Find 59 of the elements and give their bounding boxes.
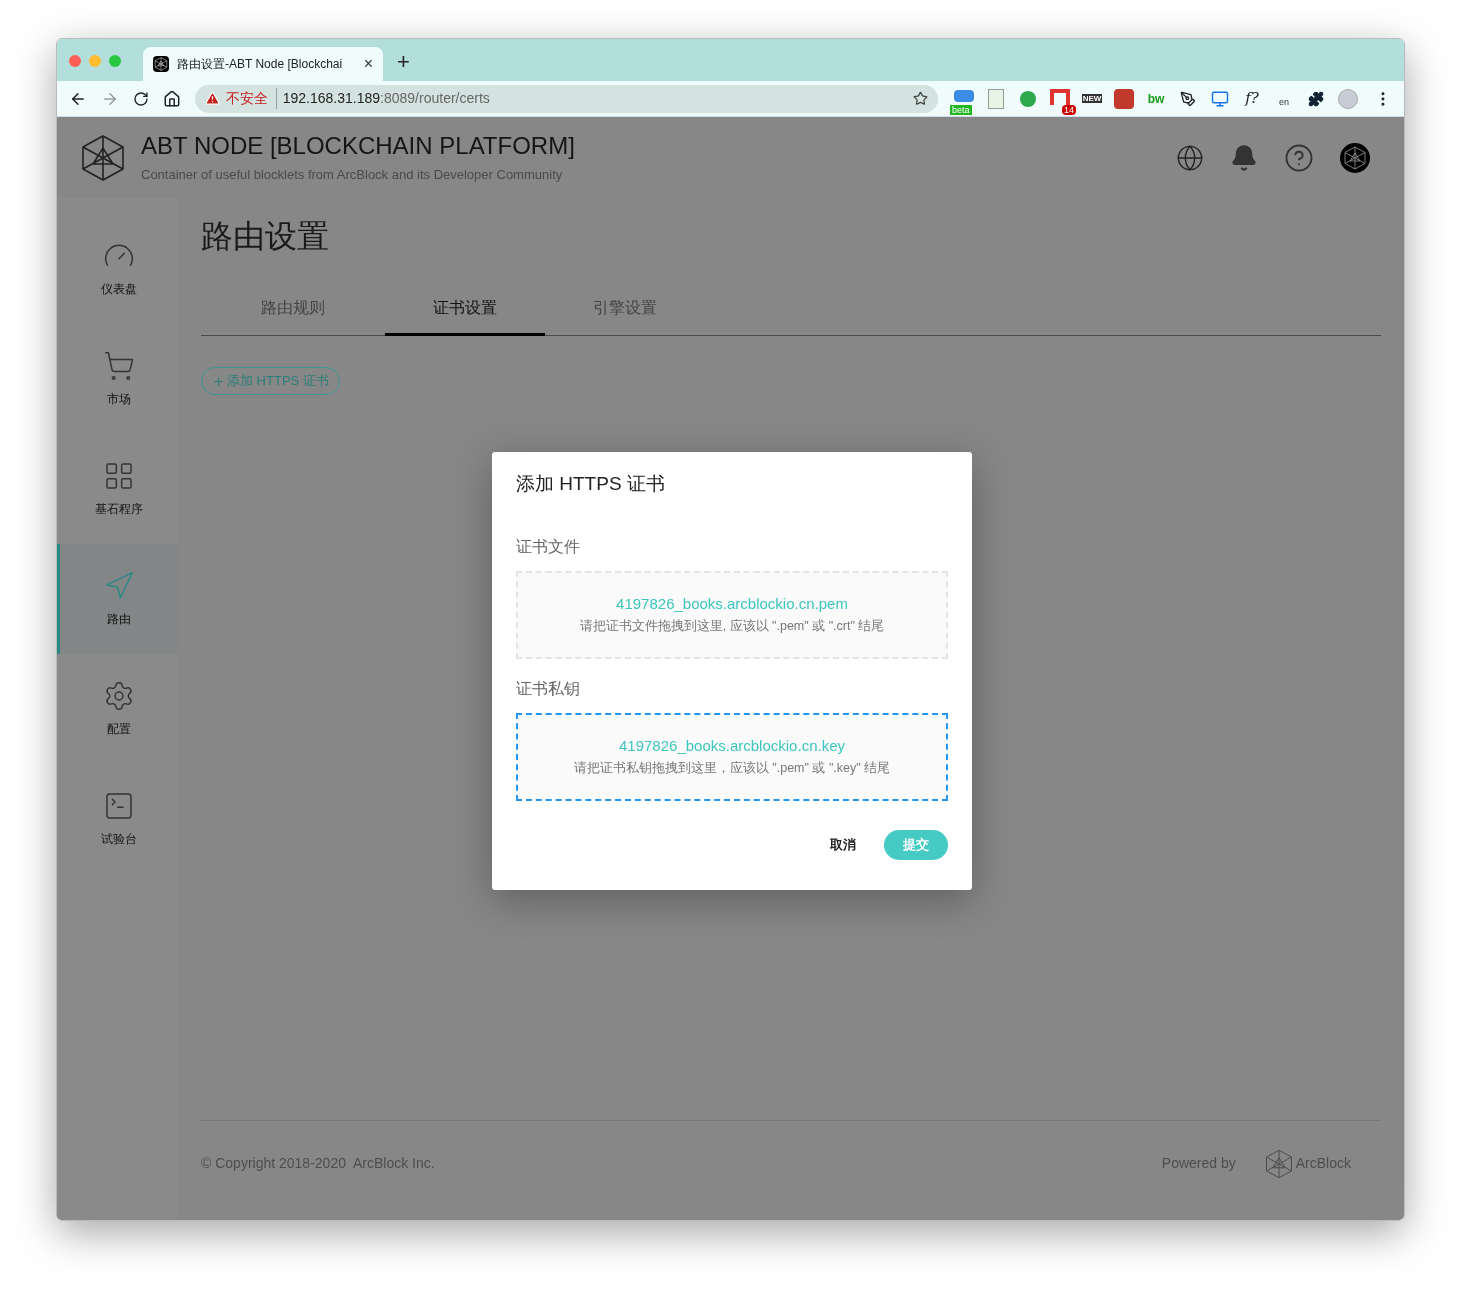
- brand-name: ArcBlock: [1295, 1154, 1351, 1173]
- extension-icon[interactable]: f?: [1240, 86, 1265, 111]
- file-name: 4197826_books.arcblockio.cn.key: [619, 735, 845, 756]
- sidebar-label: 配置: [107, 721, 131, 738]
- count-badge: 14: [1062, 104, 1077, 115]
- account-icon: [1340, 142, 1370, 173]
- sidebar-label: 路由: [107, 611, 131, 628]
- grid-icon: [103, 460, 135, 492]
- app-subtitle: Container of useful blocklets from ArcBlock and its Developer Community: [141, 165, 564, 184]
- drop-hint: 请把证书私钥拖拽到这里，应该以 ".pem" 或 ".key" 结尾: [573, 760, 891, 778]
- field-label: 证书私钥: [516, 678, 581, 699]
- beta-badge: beta: [950, 104, 972, 115]
- powered-by-text: Powered by: [1161, 1154, 1236, 1173]
- cart-icon: [103, 350, 135, 382]
- tab-title: 路由设置-ABT Node [Blockchai: [177, 56, 344, 73]
- new-tab-button[interactable]: +: [397, 51, 410, 73]
- sidebar-item[interactable]: 市场: [57, 324, 178, 434]
- sidebar-item[interactable]: 仪表盘: [57, 214, 178, 324]
- tab[interactable]: 路由规则: [201, 296, 385, 336]
- logo-icon: [79, 133, 127, 182]
- plus-icon: [212, 374, 225, 388]
- app-title: ABT NODE [BLOCKCHAIN PLATFORM]: [141, 130, 575, 161]
- notification-icon[interactable]: [1230, 143, 1258, 172]
- extension-icon[interactable]: en: [1272, 86, 1297, 111]
- sidebar-label: 市场: [107, 391, 131, 408]
- home-icon[interactable]: [162, 89, 181, 108]
- browser-tab[interactable]: 路由设置-ABT Node [Blockchai ×: [143, 47, 383, 81]
- file-drop-zone[interactable]: 4197826_books.arcblockio.cn.key 请把证书私钥拖拽到这里，应该以 ".pem" 或 ".key" 结尾: [516, 712, 948, 801]
- file-name: 4197826_books.arcblockio.cn.pem: [616, 593, 848, 614]
- language-icon[interactable]: [1176, 143, 1204, 172]
- terminal-icon: [103, 790, 135, 822]
- reload-icon[interactable]: [132, 90, 149, 107]
- tab[interactable]: 引擎设置: [545, 296, 705, 336]
- field-label: 证书文件: [516, 536, 581, 557]
- extension-icon[interactable]: bw: [1144, 86, 1169, 111]
- cancel-button[interactable]: 取消: [830, 834, 856, 855]
- warning-icon: [204, 91, 220, 106]
- sidebar-label: 仪表盘: [101, 281, 137, 298]
- file-drop-zone[interactable]: 4197826_books.arcblockio.cn.pem 请把证书文件拖拽到这里, 应该以 ".pem" 或 ".crt" 结尾: [516, 570, 948, 659]
- sidebar-label: 试验台: [101, 831, 137, 848]
- help-icon[interactable]: [1284, 142, 1314, 173]
- tab[interactable]: 证书设置: [385, 296, 545, 336]
- dialog-title: 添加 HTTPS 证书: [516, 472, 666, 496]
- page-title: 路由设置: [201, 217, 330, 256]
- brand-logo-icon: [1263, 1148, 1294, 1179]
- drop-hint: 请把证书文件拖拽到这里, 应该以 ".pem" 或 ".crt" 结尾: [579, 618, 885, 636]
- site-icon: [153, 56, 169, 72]
- close-tab-button[interactable]: ×: [363, 56, 373, 72]
- sidebar-item[interactable]: 基石程序: [57, 434, 178, 544]
- gear-icon: [103, 680, 135, 712]
- bookmark-star-icon[interactable]: [913, 91, 929, 106]
- sidebar-label: 基石程序: [95, 501, 143, 518]
- address-bar[interactable]: 不安全 192.168.31.189:8089/router/certs: [194, 84, 939, 113]
- sidebar-item[interactable]: 配置: [57, 654, 178, 764]
- security-label[interactable]: 不安全: [225, 88, 277, 109]
- sidebar-item[interactable]: 路由: [57, 544, 178, 654]
- copyright-text: © Copyright 2018-2020 ArcBlock Inc.: [201, 1154, 435, 1173]
- sidebar-item[interactable]: 试验台: [57, 764, 178, 874]
- url-text: 192.168.31.189:8089/router/certs: [282, 89, 490, 108]
